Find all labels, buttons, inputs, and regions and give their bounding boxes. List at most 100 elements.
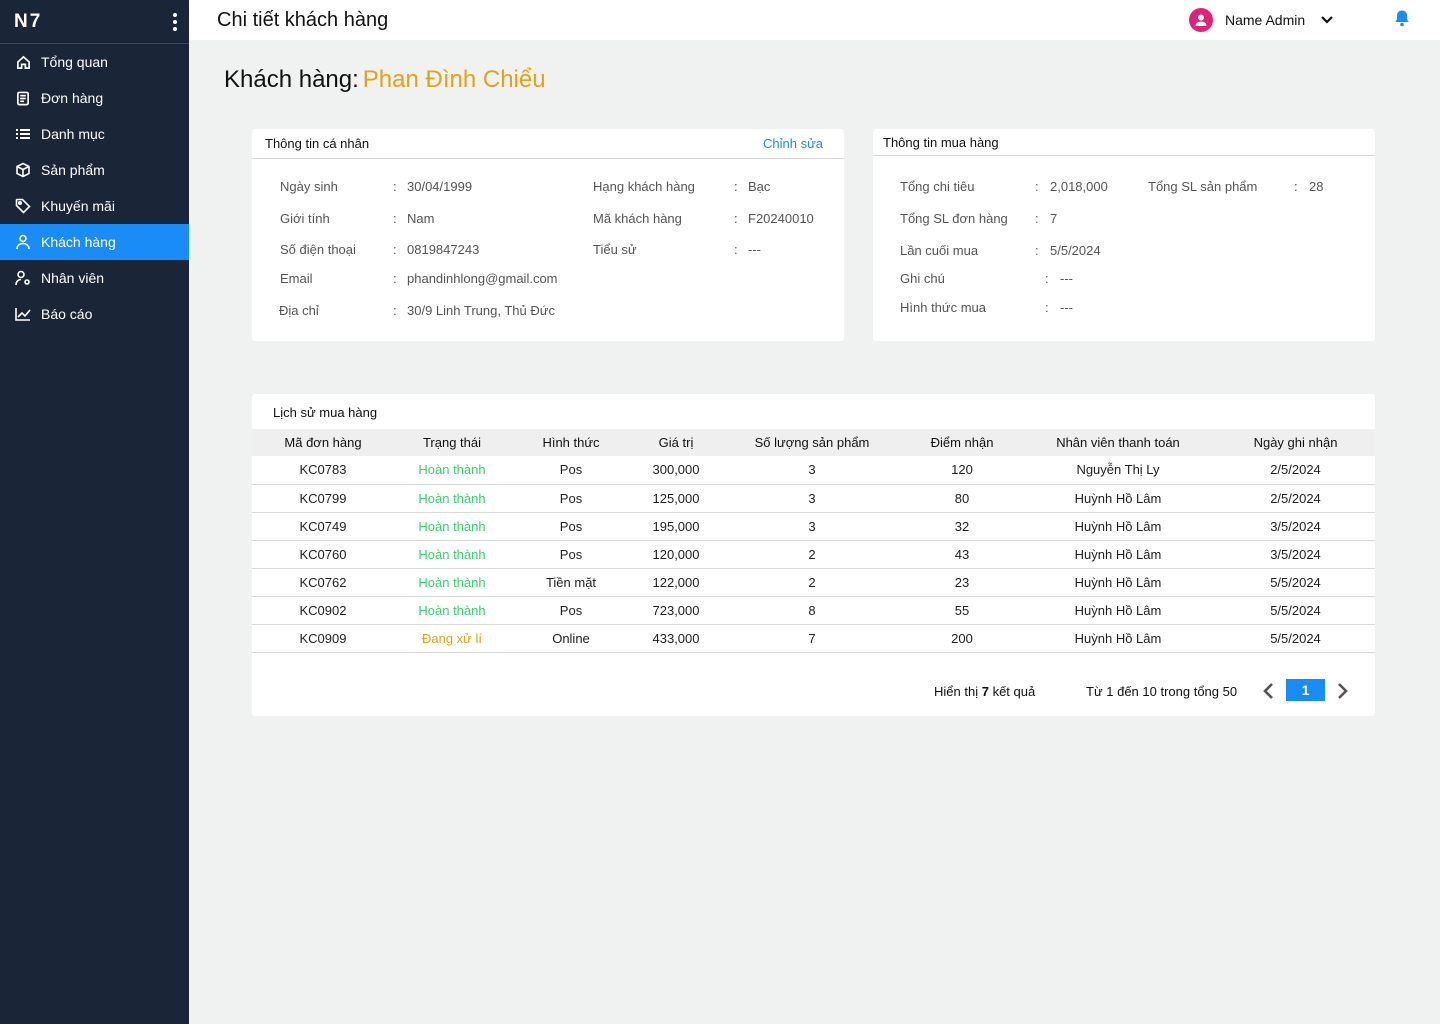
sidebar-item-label: Báo cáo	[41, 306, 93, 322]
sidebar-item-don-hang[interactable]: Đơn hàng	[0, 80, 189, 116]
pagination-range: Từ 1 đến 10 trong tổng 50	[1086, 684, 1238, 699]
order-id: KC0762	[299, 574, 347, 590]
product-quantity: 3	[808, 462, 816, 478]
table-header-row: Mã đơn hàng Trạng thái Hình thức Giá trị…	[252, 429, 1375, 456]
total-spend-value: 2,018,000	[1050, 179, 1108, 194]
record-date: 3/5/2024	[1270, 518, 1321, 534]
user-settings-icon	[15, 270, 31, 286]
logo[interactable]: N7	[14, 11, 42, 33]
code-value: F20240010	[748, 211, 814, 226]
column-header[interactable]: Hình thức	[510, 429, 632, 456]
order-id: KC0909	[299, 630, 347, 646]
field-label: Ghi chú	[900, 271, 945, 286]
sidebar-item-khuyen-mai[interactable]: Khuyến mãi	[0, 188, 189, 224]
page-title: Chi tiết khách hàng	[217, 9, 389, 31]
sidebar-item-label: Sản phẩm	[41, 162, 105, 178]
edit-button[interactable]: Chỉnh sửa	[763, 136, 823, 151]
user-name: Name Admin	[1225, 12, 1306, 28]
sidebar-item-danh-muc[interactable]: Danh mục	[0, 116, 189, 152]
column-header[interactable]: Giá trị	[632, 429, 720, 456]
chevron-right-icon[interactable]	[1337, 682, 1349, 705]
field-label: Hạng khách hàng	[593, 179, 695, 194]
sidebar-item-tong-quan[interactable]: Tổng quan	[0, 44, 189, 80]
field-sep: :	[393, 303, 397, 318]
table-row[interactable]: KC0760 Hoàn thành Pos 120,000 2 43 Huỳnh…	[252, 540, 1375, 568]
column-header[interactable]: Số lượng sản phẩm	[720, 429, 904, 456]
tag-icon	[15, 198, 31, 214]
points: 32	[954, 518, 970, 534]
column-header[interactable]: Trạng thái	[394, 429, 510, 456]
chevron-left-icon[interactable]	[1262, 682, 1274, 705]
record-date: 2/5/2024	[1270, 490, 1321, 506]
address-value: 30/9 Linh Trung, Thủ Đức	[407, 303, 555, 318]
customer-label: Khách hàng:	[224, 66, 359, 93]
page-number[interactable]: 1	[1286, 679, 1325, 701]
column-header[interactable]: Điểm nhận	[904, 429, 1020, 456]
field-sep: :	[1035, 211, 1039, 226]
order-value: 723,000	[652, 602, 700, 618]
results-summary: Hiển thị 7 kết quả	[934, 684, 1035, 699]
field-sep: :	[734, 211, 738, 226]
field-label: Ngày sinh	[280, 179, 338, 194]
table-row[interactable]: KC0799 Hoàn thành Pos 125,000 3 80 Huỳnh…	[252, 484, 1375, 512]
product-quantity: 2	[808, 574, 816, 590]
record-date: 3/5/2024	[1270, 546, 1321, 562]
product-quantity: 7	[808, 630, 816, 646]
sidebar-item-bao-cao[interactable]: Báo cáo	[0, 296, 189, 332]
order-id: KC0749	[299, 518, 347, 534]
home-icon	[15, 54, 31, 70]
purchase-info-card: Thông tin mua hàng Tổng chi tiêu : 2,018…	[873, 129, 1375, 341]
bell-icon[interactable]	[1393, 9, 1411, 32]
field-label: Địa chỉ	[279, 303, 319, 318]
sidebar-item-label: Nhân viên	[41, 270, 105, 286]
sidebar-item-san-pham[interactable]: Sản phẩm	[0, 152, 189, 188]
order-id: KC0783	[299, 462, 347, 478]
column-header[interactable]: Mã đơn hàng	[252, 429, 394, 456]
table-row[interactable]: KC0902 Hoàn thành Pos 723,000 8 55 Huỳnh…	[252, 596, 1375, 624]
cashier: Nguyễn Thị Ly	[1076, 462, 1160, 478]
order-value: 300,000	[652, 462, 700, 478]
topbar: Chi tiết khách hàng Name Admin	[189, 0, 1440, 40]
field-label: Tổng SL sản phẩm	[1148, 179, 1258, 194]
sidebar-item-khach-hang[interactable]: Khách hàng	[0, 224, 189, 260]
field-sep: :	[734, 242, 738, 257]
points: 23	[954, 574, 970, 590]
field-label: Tiểu sử	[593, 242, 637, 257]
order-id: KC0902	[299, 602, 347, 618]
points: 120	[951, 462, 973, 478]
table-row[interactable]: KC0762 Hoàn thành Tiền mặt 122,000 2 23 …	[252, 568, 1375, 596]
payment-method: Pos	[559, 518, 583, 534]
record-date: 2/5/2024	[1270, 462, 1321, 478]
status-badge: Hoàn thành	[418, 462, 486, 478]
payment-method: Pos	[559, 602, 583, 618]
chevron-down-icon	[1321, 11, 1333, 29]
product-quantity: 2	[808, 546, 816, 562]
field-sep: :	[1045, 300, 1049, 315]
user-menu[interactable]: Name Admin	[1189, 8, 1333, 32]
sidebar-item-nhan-vien[interactable]: Nhân viên	[0, 260, 189, 296]
order-id: KC0799	[299, 490, 347, 506]
column-header[interactable]: Nhân viên thanh toán	[1020, 429, 1216, 456]
field-sep: :	[393, 211, 397, 226]
product-quantity: 3	[808, 518, 816, 534]
note-value: ---	[1060, 271, 1073, 286]
record-date: 5/5/2024	[1270, 574, 1321, 590]
sidebar-item-label: Khách hàng	[41, 234, 116, 250]
field-sep: :	[1035, 179, 1039, 194]
product-quantity: 3	[808, 490, 816, 506]
cashier: Huỳnh Hồ Lâm	[1074, 602, 1162, 618]
product-quantity: 8	[808, 602, 816, 618]
table-row[interactable]: KC0909 Đang xử lí Online 433,000 7 200 H…	[252, 624, 1375, 652]
record-date: 5/5/2024	[1270, 630, 1321, 646]
personal-info-card: Thông tin cá nhân Chỉnh sửa Ngày sinh : …	[252, 129, 844, 341]
more-options-icon[interactable]	[169, 9, 181, 35]
points: 43	[954, 546, 970, 562]
column-header[interactable]: Ngày ghi nhận	[1216, 429, 1375, 456]
table-row[interactable]: KC0783 Hoàn thành Pos 300,000 3 120 Nguy…	[252, 456, 1375, 484]
field-label: Lần cuối mua	[900, 243, 979, 258]
record-date: 5/5/2024	[1270, 602, 1321, 618]
sidebar: N7 Tổng quan Đơn hàng Danh mục Sản phẩm …	[0, 0, 189, 1024]
order-value: 433,000	[652, 630, 700, 646]
table-row[interactable]: KC0749 Hoàn thành Pos 195,000 3 32 Huỳnh…	[252, 512, 1375, 540]
order-value: 195,000	[652, 518, 700, 534]
